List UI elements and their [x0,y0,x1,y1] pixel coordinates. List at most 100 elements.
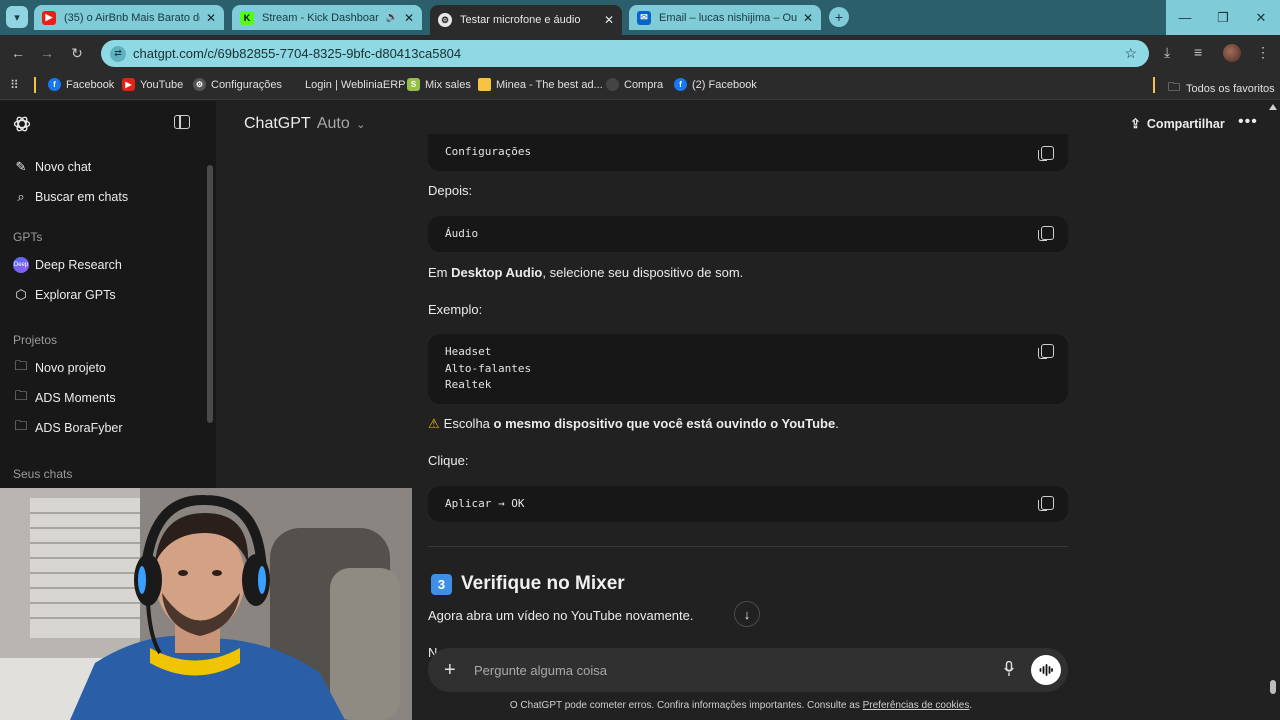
sidebar-item-ads-borafyber[interactable]: 🗀 ADS BoraFyber [13,418,122,436]
code-line: Headset [445,345,492,358]
bookmark-configuracoes[interactable]: ⚙ Configurações [193,78,282,91]
menu-icon[interactable]: ⋮ [1256,44,1270,61]
globe-icon [606,78,619,91]
scrollbar-thumb[interactable] [1270,680,1276,694]
tab-title: Testar microfone e áudio [460,14,581,26]
scroll-up-icon[interactable] [1269,104,1277,110]
download-icon[interactable]: ⤓ [1164,44,1170,61]
sidebar-item-deep-research[interactable]: Deep Deep Research [13,257,122,273]
tab-chatgpt[interactable]: ⚙ Testar microfone e áudio ✕ [430,5,622,35]
sidebar-item-label: Novo projeto [35,361,106,375]
code-line: Realtek [445,378,492,391]
copy-icon[interactable] [1038,496,1054,511]
tab-strip: ▾ ▶ (35) o AirBnb Mais Barato do M ✕ K S… [0,0,1280,35]
cookie-preferences-link[interactable]: Preferências de cookies [863,700,970,711]
sidebar-toggle-icon[interactable] [174,115,190,129]
bookmark-label: Compra [624,78,664,91]
code-line: Alto-falantes [445,361,532,375]
bookmark-weblinia[interactable]: Login | WebliniaERP [287,78,406,91]
plus-icon[interactable]: + [444,659,460,682]
close-icon[interactable]: ✕ [206,11,216,25]
deep-research-icon: Deep [13,257,29,273]
divider [428,546,1068,547]
site-settings-icon[interactable]: ⇄ [110,45,126,62]
bookmark-minea[interactable]: Minea - The best ad... [478,78,603,91]
warning-icon: ⚠ [428,416,440,431]
bookmark-label: (2) Facebook [692,78,757,91]
folder-icon: 🗀 [14,388,28,403]
openai-logo-icon[interactable] [12,114,32,134]
composer[interactable]: + Pergunte alguma coisa [428,648,1068,692]
search-chats-button[interactable]: ⌕ Buscar em chats [13,189,128,205]
voice-mode-button[interactable] [1031,655,1061,685]
back-button[interactable]: ← [8,43,28,63]
copy-icon[interactable] [1038,344,1054,359]
new-tab-button[interactable]: + [829,7,849,27]
copy-icon[interactable] [1038,146,1054,161]
bookmark-label: Configurações [211,78,282,91]
gpts-heading: GPTs [13,230,43,244]
microphone-icon[interactable] [1004,661,1014,677]
address-bar[interactable]: ⇄ chatgpt.com/c/69b82855-7704-8325-9bfc-… [101,40,1149,67]
code-text: Áudio [445,227,479,240]
reload-button[interactable]: ↻ [67,43,87,63]
close-icon[interactable]: ✕ [803,11,813,25]
bookmark-star-icon[interactable]: ☆ [1124,45,1137,62]
share-label: Compartilhar [1146,117,1225,131]
sidebar-scrollbar[interactable] [207,165,213,423]
tab-search-button[interactable]: ▾ [6,6,28,28]
window-close-button[interactable]: ✕ [1242,0,1280,35]
bookmark-separator [1153,77,1155,93]
sidebar-item-explore-gpts[interactable]: ⬡ Explorar GPTs [13,287,116,303]
share-button[interactable]: ⇪ Compartilhar [1130,116,1225,132]
restore-button[interactable]: ❐ [1204,0,1242,35]
facebook-icon: f [48,78,61,91]
text-span: , selecione seu dispositivo de som. [542,265,744,280]
minea-icon [478,78,491,91]
url-text[interactable]: chatgpt.com/c/69b82855-7704-8325-9bfc-d8… [133,46,461,61]
cube-icon: ⬡ [15,287,27,302]
tab-outlook[interactable]: ✉ Email – lucas nishijima – Outlo ✕ [629,5,821,30]
bookmark-label: Mix sales [425,78,471,91]
bookmark-youtube[interactable]: ▶ YouTube [122,78,183,91]
scroll-to-bottom-button[interactable]: ↓ [734,601,760,627]
paragraph: Agora abra um vídeo no YouTube novamente… [428,608,694,623]
kick-icon: K [240,10,254,25]
bookmark-compra[interactable]: Compra [606,78,663,91]
new-chat-button[interactable]: ✎ Novo chat [13,159,92,175]
bookmark-separator [34,77,36,93]
all-bookmarks-folder[interactable]: 🗀 Todos os favoritos [1168,78,1275,99]
avatar[interactable] [1223,44,1241,62]
minimize-button[interactable]: — [1166,0,1204,35]
bookmark-label: Facebook [66,78,115,91]
page-scrollbar[interactable] [1266,101,1280,720]
apps-icon[interactable]: ⠿ [10,78,19,92]
close-icon[interactable]: ✕ [604,13,614,27]
youtube-icon: ▶ [42,10,56,25]
forward-button[interactable]: → [37,43,57,63]
tab-youtube[interactable]: ▶ (35) o AirBnb Mais Barato do M ✕ [34,5,224,30]
close-icon[interactable]: ✕ [404,11,414,25]
bookmark-mix-sales[interactable]: S Mix sales [407,78,471,91]
sidebar-item-ads-moments[interactable]: 🗀 ADS Moments [13,388,115,406]
paragraph: Depois: [428,183,473,198]
copy-icon[interactable] [1038,226,1054,241]
disclaimer-text: . [969,700,973,711]
bold-text: o mesmo dispositivo que você está ouvind… [493,416,836,431]
media-controls-icon[interactable]: ≡ [1194,44,1202,60]
new-project-button[interactable]: 🗀 Novo projeto [13,358,106,376]
code-text: Aplicar → OK [445,497,525,510]
new-chat-label: Novo chat [35,160,92,174]
sidebar-item-label: Explorar GPTs [35,288,116,302]
prompt-input[interactable]: Pergunte alguma coisa [474,663,607,678]
shopify-icon: S [407,78,420,91]
more-options-icon[interactable]: ••• [1238,113,1258,131]
waveform-icon [1039,664,1053,676]
chats-heading: Seus chats [13,467,73,481]
model-selector[interactable]: ChatGPT Auto ⌄ [244,115,365,133]
tab-kick[interactable]: K Stream - Kick Dashboard 🔊 ✕ [232,5,422,30]
speaker-icon[interactable]: 🔊 [385,12,397,23]
warning-paragraph: ⚠ Escolha o mesmo dispositivo que você es… [428,416,839,432]
bookmark-facebook[interactable]: f Facebook [48,78,114,91]
bookmark-facebook-2[interactable]: f (2) Facebook [674,78,757,91]
